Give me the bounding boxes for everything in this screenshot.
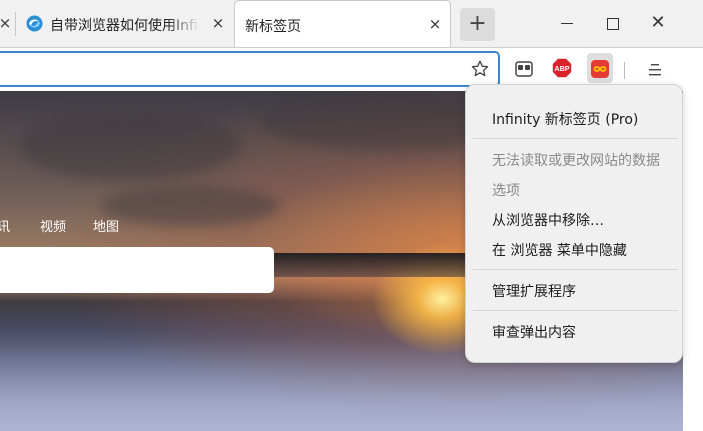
nav-link-video[interactable]: 视频 (40, 216, 66, 235)
infinity-extension-button[interactable] (587, 53, 613, 83)
infinity-icon (591, 60, 609, 78)
hamburger-menu-icon[interactable] (645, 60, 665, 80)
search-input[interactable] (0, 247, 274, 293)
tab-close-icon[interactable]: × (427, 16, 443, 32)
extension-context-menu: Infinity 新标签页 (Pro) 无法读取或更改网站的数据 选项 从浏览器… (465, 84, 683, 363)
menu-item-options: 选项 (492, 183, 520, 199)
menu-item-inspect-popup[interactable]: 审查弹出内容 (492, 322, 576, 342)
tab-strip: × 自带浏览器如何使用Infinity × 新标签页 × + ✕ (0, 0, 703, 47)
toolbar-divider (624, 62, 625, 79)
cloud-shadow (20, 111, 240, 181)
tab-label: 自带浏览器如何使用Infinity (50, 18, 200, 34)
cloud-shadow (100, 186, 280, 226)
abp-icon-text: ABP (554, 64, 569, 73)
menu-item-site-access: 无法读取或更改网站的数据 (492, 153, 660, 169)
tab-label: 新标签页 (245, 19, 301, 35)
prev-tab-close-icon[interactable]: × (0, 15, 13, 31)
browser-logo-icon (26, 15, 43, 32)
menu-item-remove[interactable]: 从浏览器中移除… (492, 210, 604, 230)
address-bar[interactable] (0, 51, 500, 87)
new-tab-button[interactable]: + (460, 8, 495, 41)
menu-item-hide-in-menu[interactable]: 在 浏览器 菜单中隐藏 (492, 240, 627, 260)
tab-close-icon[interactable]: × (210, 15, 226, 31)
nav-link-news[interactable]: 讯 (0, 216, 10, 235)
menu-separator (473, 138, 678, 139)
menu-item-manage-extensions[interactable]: 管理扩展程序 (492, 281, 576, 301)
window-maximize-button[interactable] (601, 12, 623, 34)
reader-mode-icon[interactable] (514, 59, 534, 79)
adblock-plus-icon[interactable]: ABP (552, 58, 572, 78)
menu-item-extension-name[interactable]: Infinity 新标签页 (Pro) (492, 109, 638, 129)
tab-browser-infinity[interactable]: 自带浏览器如何使用Infinity × (14, 0, 230, 47)
bookmark-star-icon[interactable] (470, 59, 490, 79)
window-close-button[interactable]: ✕ (647, 12, 669, 34)
menu-separator (473, 269, 678, 270)
menu-separator (473, 310, 678, 311)
window-minimize-button[interactable] (556, 12, 578, 34)
nav-link-map[interactable]: 地图 (93, 216, 119, 235)
tab-new-tab[interactable]: 新标签页 × (234, 0, 451, 47)
